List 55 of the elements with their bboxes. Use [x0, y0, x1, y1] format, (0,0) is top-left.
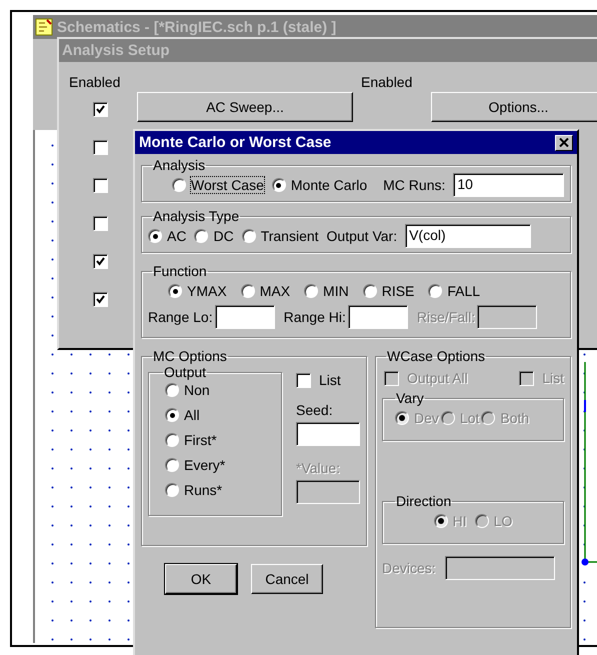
radio-button[interactable]: Non	[165, 382, 271, 398]
radio-button[interactable]: Every*	[165, 457, 271, 473]
checkbox[interactable]	[93, 216, 108, 230]
radio-button[interactable]: First*	[165, 432, 271, 448]
checkbox[interactable]	[93, 140, 108, 154]
field-label: Rise/Fall:	[416, 309, 476, 325]
group-label: Direction	[395, 493, 452, 509]
field-label: Output Var:	[326, 228, 398, 244]
group-label: Analysis	[152, 157, 206, 173]
field-label: Range Hi:	[284, 309, 346, 325]
group-label: WCase Options	[386, 348, 486, 364]
field-label: Devices:	[382, 560, 436, 576]
options-button[interactable]: Options...	[431, 92, 597, 122]
radio-button[interactable]: Worst Case	[172, 177, 264, 193]
range-field[interactable]	[214, 305, 275, 329]
window-title: Schematics - [*RingIEC.sch p.1 (stale) ]	[57, 18, 336, 36]
output-var-field[interactable]: V(col)	[405, 224, 532, 248]
field-label: Range Lo:	[148, 309, 213, 325]
radio-button[interactable]: All	[165, 407, 271, 423]
group-label: Output	[163, 364, 208, 380]
radio-button[interactable]: YMAX	[168, 283, 227, 299]
radio-button[interactable]: Runs*	[165, 482, 271, 498]
field-label: *Value:	[296, 460, 340, 476]
radio-button[interactable]: Transient	[242, 228, 319, 244]
group-label: MC Options	[152, 348, 228, 364]
radio-button[interactable]: AC	[148, 228, 186, 244]
checkbox[interactable]	[93, 292, 108, 306]
column-header: Enabled	[68, 74, 122, 90]
radio-button[interactable]: MIN	[304, 283, 349, 299]
radio-button[interactable]: RISE	[362, 283, 414, 299]
radio-button[interactable]: DC	[194, 228, 234, 244]
group-label: Function	[152, 263, 208, 279]
dialog-title: Monte Carlo or Worst Case	[139, 134, 332, 151]
dialog-button[interactable]: Cancel	[251, 564, 323, 594]
seed-field[interactable]	[296, 422, 360, 446]
group-label: Analysis Type	[152, 208, 240, 224]
app-icon	[35, 18, 53, 36]
close-button[interactable]	[555, 134, 573, 150]
group-label: Vary	[395, 390, 425, 406]
checkbox[interactable]	[93, 102, 108, 116]
window-title: Analysis Setup	[62, 42, 170, 59]
field-label: Seed:	[296, 402, 333, 418]
checkbox[interactable]: List	[296, 372, 341, 388]
dialog-button[interactable]: OK	[165, 564, 237, 594]
radio-button[interactable]: MAX	[240, 283, 290, 299]
radio-button[interactable]: FALL	[428, 283, 480, 299]
checkbox[interactable]	[93, 254, 108, 268]
field-label: MC Runs:	[383, 177, 446, 193]
radio-button[interactable]: Monte Carlo	[272, 177, 368, 193]
checkbox[interactable]	[93, 178, 108, 192]
range-field[interactable]	[348, 305, 408, 329]
close-icon	[559, 138, 569, 147]
ac-sweep-button[interactable]: AC Sweep...	[137, 92, 353, 122]
column-header: Enabled	[360, 74, 414, 90]
runs-field[interactable]: 10	[453, 173, 564, 197]
